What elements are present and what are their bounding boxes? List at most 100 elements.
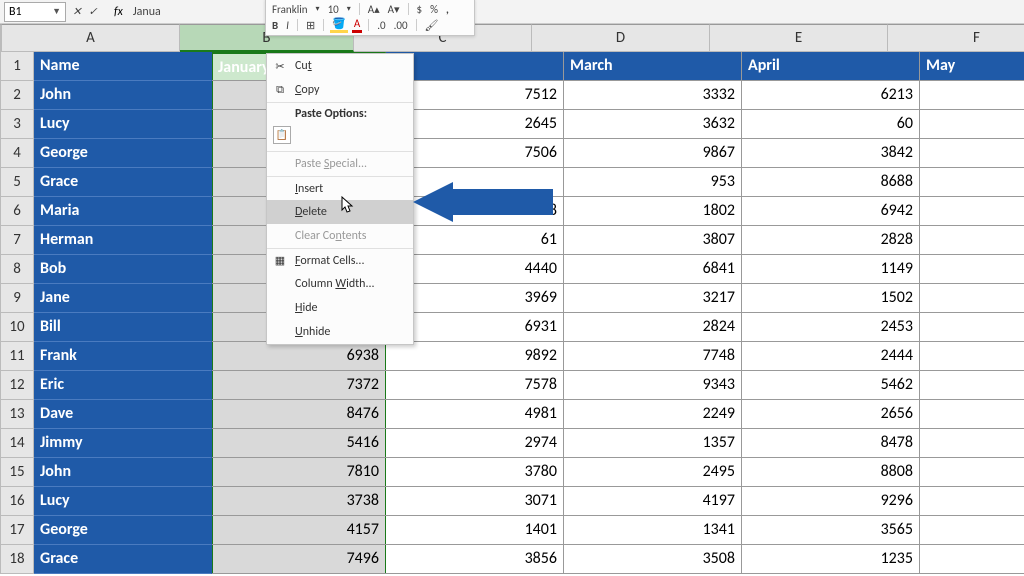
data-cell[interactable]: 3071 — [386, 487, 564, 516]
data-cell[interactable]: 1357 — [564, 429, 742, 458]
data-cell[interactable]: 3738 — [212, 487, 386, 516]
name-cell[interactable]: Eric — [34, 371, 212, 400]
data-cell[interactable]: 60 — [742, 110, 920, 139]
menu-hide[interactable]: Hide — [267, 296, 413, 320]
data-cell[interactable]: 8258 — [920, 342, 1024, 371]
data-cell[interactable]: 9458 — [920, 400, 1024, 429]
data-cell[interactable]: 3508 — [564, 545, 742, 574]
font-size[interactable]: 10 — [326, 3, 341, 16]
header-cell[interactable]: March — [564, 52, 742, 81]
data-cell[interactable]: 4197 — [564, 487, 742, 516]
name-cell[interactable]: John — [34, 458, 212, 487]
comma-icon[interactable]: , — [444, 3, 451, 16]
data-cell[interactable]: 412 — [920, 226, 1024, 255]
data-cell[interactable]: 2829 — [920, 284, 1024, 313]
data-cell[interactable]: 6938 — [212, 342, 386, 371]
name-cell[interactable]: Lucy — [34, 487, 212, 516]
data-cell[interactable]: 6841 — [564, 255, 742, 284]
data-cell[interactable]: 2453 — [742, 313, 920, 342]
data-cell[interactable]: 8710 — [920, 197, 1024, 226]
name-cell[interactable]: Frank — [34, 342, 212, 371]
row-head[interactable]: 7 — [0, 226, 34, 255]
data-cell[interactable]: 3647 — [920, 458, 1024, 487]
row-head[interactable]: 2 — [0, 81, 34, 110]
decrease-font-icon[interactable]: A▾ — [386, 3, 402, 16]
data-cell[interactable]: 4157 — [212, 516, 386, 545]
row-head[interactable]: 14 — [0, 429, 34, 458]
data-cell[interactable]: 2495 — [564, 458, 742, 487]
bold-button[interactable]: B — [270, 19, 280, 32]
data-cell[interactable]: 2726 — [920, 371, 1024, 400]
name-cell[interactable]: Grace — [34, 545, 212, 574]
data-cell[interactable]: 8476 — [212, 400, 386, 429]
row-head[interactable]: 5 — [0, 168, 34, 197]
row-head[interactable]: 11 — [0, 342, 34, 371]
chevron-down-icon[interactable]: ▼ — [52, 6, 61, 17]
name-cell[interactable]: Bill — [34, 313, 212, 342]
data-cell[interactable]: 3632 — [564, 110, 742, 139]
menu-copy[interactable]: ⧉ Copy — [267, 78, 413, 102]
row-head[interactable]: 17 — [0, 516, 34, 545]
increase-decimal-icon[interactable]: .00 — [392, 19, 410, 32]
data-cell[interactable]: 3565 — [742, 516, 920, 545]
data-cell[interactable]: 1341 — [564, 516, 742, 545]
header-cell[interactable]: Name — [34, 52, 212, 81]
chevron-down-icon[interactable]: ▾ — [345, 4, 353, 14]
data-cell[interactable]: 3516 — [920, 516, 1024, 545]
font-color-icon[interactable]: A — [352, 17, 362, 33]
menu-column-width[interactable]: Column Width... — [267, 272, 413, 296]
row-head[interactable]: 10 — [0, 313, 34, 342]
name-box[interactable]: B1 ▼ — [4, 2, 66, 22]
data-cell[interactable]: 2444 — [742, 342, 920, 371]
data-cell[interactable]: 5416 — [212, 429, 386, 458]
name-cell[interactable]: George — [34, 516, 212, 545]
name-cell[interactable]: Bob — [34, 255, 212, 284]
data-cell[interactable]: 9343 — [564, 371, 742, 400]
data-cell[interactable]: 9892 — [386, 342, 564, 371]
col-head-d[interactable]: D — [532, 24, 710, 52]
name-cell[interactable]: Grace — [34, 168, 212, 197]
menu-delete[interactable]: Delete — [267, 200, 413, 224]
data-cell[interactable]: 3856 — [386, 545, 564, 574]
data-cell[interactable]: 7372 — [212, 371, 386, 400]
data-cell[interactable]: 760 — [920, 429, 1024, 458]
data-cell[interactable]: 3518 — [920, 545, 1024, 574]
data-cell[interactable]: 1401 — [386, 516, 564, 545]
data-cell[interactable]: 7346 — [920, 168, 1024, 197]
data-cell[interactable]: 9621 — [920, 81, 1024, 110]
data-cell[interactable]: 8688 — [742, 168, 920, 197]
row-head[interactable]: 1 — [0, 52, 34, 81]
header-cell[interactable]: May — [920, 52, 1024, 81]
row-head[interactable]: 15 — [0, 458, 34, 487]
formula-input[interactable]: Janua — [129, 5, 1024, 19]
col-head-f[interactable]: F — [888, 24, 1024, 52]
data-cell[interactable]: 4815 — [920, 487, 1024, 516]
italic-button[interactable]: I — [284, 19, 291, 32]
border-icon[interactable]: ⊞ — [304, 19, 317, 32]
row-head[interactable]: 9 — [0, 284, 34, 313]
data-cell[interactable]: 3217 — [564, 284, 742, 313]
data-cell[interactable]: 9565 — [920, 139, 1024, 168]
data-cell[interactable]: 2828 — [742, 226, 920, 255]
row-head[interactable]: 18 — [0, 545, 34, 574]
data-cell[interactable]: 1149 — [742, 255, 920, 284]
data-cell[interactable]: 8478 — [742, 429, 920, 458]
menu-clear-contents[interactable]: Clear Contents — [267, 224, 413, 248]
data-cell[interactable]: 2974 — [386, 429, 564, 458]
data-cell[interactable]: 9455 — [920, 313, 1024, 342]
name-cell[interactable]: Lucy — [34, 110, 212, 139]
row-head[interactable]: 4 — [0, 139, 34, 168]
data-cell[interactable]: 2824 — [564, 313, 742, 342]
money-icon[interactable]: $ — [415, 3, 425, 16]
row-head[interactable]: 3 — [0, 110, 34, 139]
data-cell[interactable]: 7496 — [212, 545, 386, 574]
data-cell[interactable]: 6213 — [742, 81, 920, 110]
data-cell[interactable]: 4981 — [386, 400, 564, 429]
data-cell[interactable]: 1502 — [742, 284, 920, 313]
data-cell[interactable]: 953 — [564, 168, 742, 197]
menu-cut[interactable]: ✂ Cut — [267, 54, 413, 78]
data-cell[interactable]: 6942 — [742, 197, 920, 226]
data-cell[interactable]: 3807 — [564, 226, 742, 255]
cancel-icon[interactable]: ✕ — [70, 5, 84, 19]
data-cell[interactable]: 9296 — [742, 487, 920, 516]
